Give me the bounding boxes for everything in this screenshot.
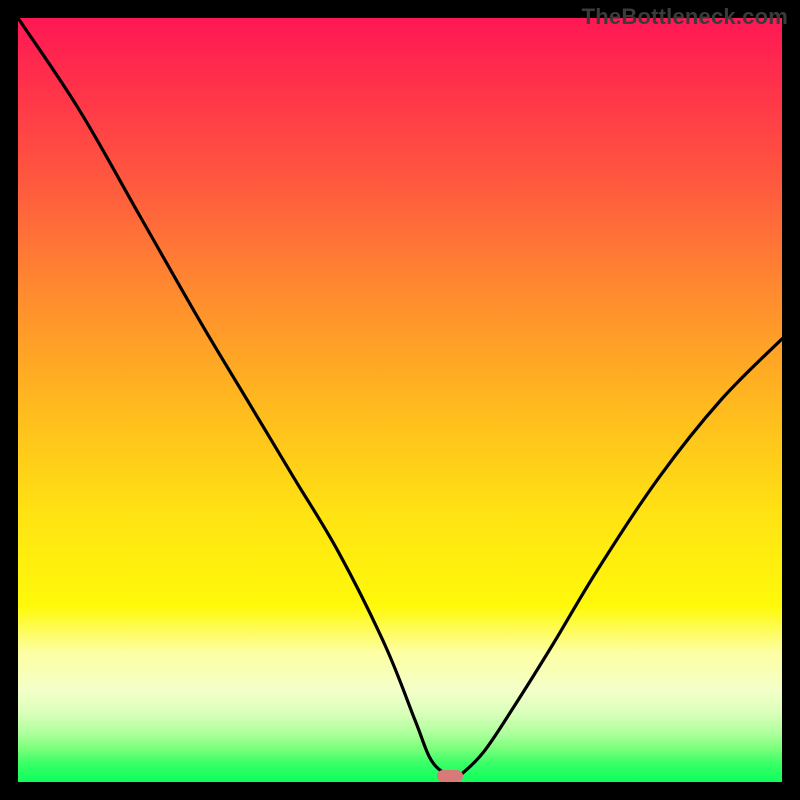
optimal-marker [437,770,463,782]
chart-frame: TheBottleneck.com [0,0,800,800]
bottleneck-curve [18,18,782,782]
plot-area [18,18,782,782]
curve-path [18,18,782,778]
watermark-text: TheBottleneck.com [582,4,788,30]
